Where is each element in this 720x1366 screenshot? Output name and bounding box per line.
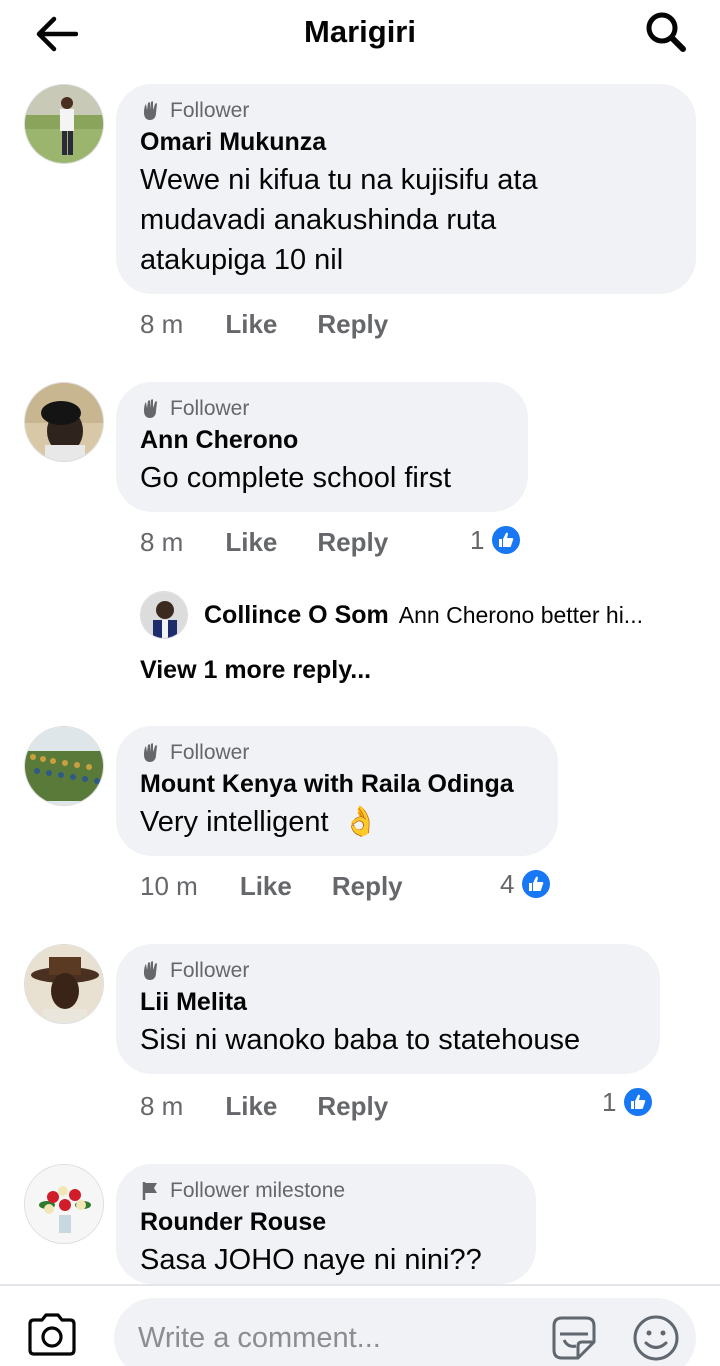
sticker-icon[interactable] bbox=[548, 1312, 600, 1364]
like-button[interactable]: Like bbox=[240, 871, 292, 902]
follower-badge: Follower bbox=[140, 958, 636, 984]
follower-badge: Follower bbox=[140, 740, 534, 766]
comment-bubble[interactable]: Follower Omari Mukunza Wewe ni kifua tu … bbox=[116, 84, 696, 294]
search-icon[interactable] bbox=[642, 10, 690, 54]
like-button[interactable]: Like bbox=[225, 1091, 277, 1122]
reply-preview[interactable]: Collince O Som Ann Cherono better hi... bbox=[140, 590, 700, 640]
timestamp[interactable]: 10 m bbox=[140, 871, 198, 902]
reaction-count: 1 bbox=[470, 524, 485, 555]
comment-composer: Write a comment... bbox=[0, 1284, 720, 1366]
comment-author[interactable]: Ann Cherono bbox=[140, 424, 504, 456]
page-title: Marigiri bbox=[304, 14, 416, 49]
like-thumb-icon bbox=[490, 524, 523, 556]
flag-icon bbox=[140, 1180, 162, 1202]
comment-line: Wewe ni kifua tu na kujisifu ata bbox=[140, 164, 538, 196]
comment-meta: 10 m Like Reply bbox=[140, 866, 403, 906]
follower-hand-icon bbox=[140, 742, 162, 764]
milestone-badge: Follower milestone bbox=[140, 1178, 512, 1204]
comment-line: Sasa JOHO naye ni nini?? bbox=[140, 1244, 482, 1276]
comment-bubble[interactable]: Follower Ann Cherono Go complete school … bbox=[116, 382, 528, 512]
reply-button[interactable]: Reply bbox=[317, 527, 388, 558]
comment-text: Very intelligent 👌 bbox=[140, 802, 534, 842]
reply-button[interactable]: Reply bbox=[332, 871, 403, 902]
badge-label: Follower bbox=[170, 397, 250, 420]
like-thumb-icon bbox=[622, 1086, 655, 1118]
top-bar: Marigiri bbox=[0, 0, 720, 66]
comment-author[interactable]: Mount Kenya with Raila Odinga bbox=[140, 768, 534, 800]
like-button[interactable]: Like bbox=[225, 309, 277, 340]
reply-button[interactable]: Reply bbox=[317, 1091, 388, 1122]
follower-hand-icon bbox=[140, 100, 162, 122]
follower-hand-icon bbox=[140, 398, 162, 420]
ok-hand-emoji: 👌 bbox=[342, 806, 379, 838]
badge-label: Follower bbox=[170, 959, 250, 982]
reply-text: Ann Cherono better hi... bbox=[398, 601, 643, 628]
comment-bubble[interactable]: Follower milestone Rounder Rouse Sasa JO… bbox=[116, 1164, 536, 1284]
comment-line: Sisi ni wanoko baba to statehouse bbox=[140, 1024, 581, 1056]
like-thumb-icon bbox=[520, 868, 553, 900]
reaction-count: 1 bbox=[602, 1086, 617, 1117]
avatar[interactable] bbox=[24, 944, 104, 1024]
comment-line: mudavadi anakushinda ruta bbox=[140, 204, 497, 236]
reaction-summary[interactable]: 4 bbox=[500, 864, 553, 904]
comment-author[interactable]: Rounder Rouse bbox=[140, 1206, 512, 1238]
badge-label: Follower milestone bbox=[170, 1179, 346, 1202]
comment-meta: 8 m Like Reply bbox=[140, 522, 388, 562]
comment-line: Go complete school first bbox=[140, 462, 452, 494]
comment-bubble[interactable]: Follower Mount Kenya with Raila Odinga V… bbox=[116, 726, 558, 856]
comment-placeholder: Write a comment... bbox=[138, 1322, 381, 1354]
comment-text: Wewe ni kifua tu na kujisifu ata mudavad… bbox=[140, 160, 672, 280]
timestamp[interactable]: 8 m bbox=[140, 1091, 183, 1122]
like-button[interactable]: Like bbox=[225, 527, 277, 558]
reaction-count: 4 bbox=[500, 868, 515, 899]
avatar[interactable] bbox=[24, 1164, 104, 1244]
timestamp[interactable]: 8 m bbox=[140, 309, 183, 340]
reaction-summary[interactable]: 1 bbox=[602, 1082, 655, 1122]
view-more-replies-link[interactable]: View 1 more reply... bbox=[140, 656, 371, 685]
comment-line: Very intelligent bbox=[140, 806, 329, 838]
timestamp[interactable]: 8 m bbox=[140, 527, 183, 558]
avatar[interactable] bbox=[140, 591, 188, 639]
camera-icon[interactable] bbox=[26, 1312, 86, 1362]
comment-author[interactable]: Omari Mukunza bbox=[140, 126, 672, 158]
follower-hand-icon bbox=[140, 960, 162, 982]
reaction-summary[interactable]: 1 bbox=[470, 520, 523, 560]
comment-author[interactable]: Lii Melita bbox=[140, 986, 636, 1018]
comment-meta: 8 m Like Reply bbox=[140, 1086, 388, 1126]
comment-text: Sisi ni wanoko baba to statehouse bbox=[140, 1020, 636, 1060]
comment-bubble[interactable]: Follower Lii Melita Sisi ni wanoko baba … bbox=[116, 944, 660, 1074]
comment-meta: 8 m Like Reply bbox=[140, 304, 388, 344]
badge-label: Follower bbox=[170, 99, 250, 122]
follower-badge: Follower bbox=[140, 396, 504, 422]
comment-input[interactable]: Write a comment... bbox=[114, 1298, 696, 1366]
badge-label: Follower bbox=[170, 741, 250, 764]
comment-text: Go complete school first bbox=[140, 458, 504, 498]
emoji-icon[interactable] bbox=[630, 1312, 682, 1364]
reply-author[interactable]: Collince O Som bbox=[204, 601, 389, 630]
avatar[interactable] bbox=[24, 84, 104, 164]
avatar[interactable] bbox=[24, 382, 104, 462]
follower-badge: Follower bbox=[140, 98, 672, 124]
comment-text: Sasa JOHO naye ni nini?? bbox=[140, 1240, 512, 1280]
avatar[interactable] bbox=[24, 726, 104, 806]
reply-button[interactable]: Reply bbox=[317, 309, 388, 340]
comment-line: atakupiga 10 nil bbox=[140, 244, 344, 276]
